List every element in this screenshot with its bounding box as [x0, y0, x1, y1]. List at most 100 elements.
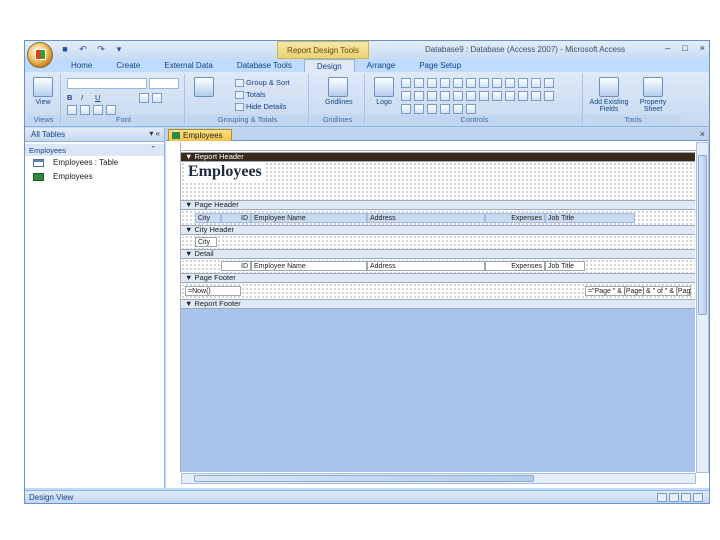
label-employee-name[interactable]: Employee Name	[251, 213, 367, 223]
gridlines-button[interactable]: Gridlines	[325, 77, 353, 106]
label-id[interactable]: ID	[221, 213, 251, 223]
chevron-up-icon[interactable]: ⌃	[150, 145, 156, 153]
tab-design[interactable]: Design	[303, 59, 355, 73]
font-size-combo[interactable]	[149, 78, 179, 89]
date-time-icon[interactable]	[414, 104, 424, 114]
tab-create[interactable]: Create	[104, 59, 152, 73]
close-document-icon[interactable]: ×	[700, 129, 705, 139]
design-canvas[interactable]: ▼ Report Header Employees ▼ Page Header …	[181, 152, 695, 472]
nav-header[interactable]: All Tables ▾ «	[25, 128, 164, 142]
print-preview-icon[interactable]	[669, 493, 679, 502]
line-thickness-icon[interactable]	[518, 91, 528, 101]
tab-control-icon[interactable]	[492, 78, 502, 88]
undo-icon[interactable]: ↶	[77, 44, 89, 55]
field-page-count[interactable]: ="Page " & [Page] & " of " & [Pages]	[585, 286, 691, 296]
select-icon[interactable]	[518, 78, 528, 88]
list-box-icon[interactable]	[466, 78, 476, 88]
combo-box-icon[interactable]	[453, 78, 463, 88]
horizontal-scrollbar[interactable]	[181, 473, 696, 484]
fill-color-icon[interactable]	[152, 93, 162, 103]
field-city[interactable]: City	[195, 237, 217, 247]
field-employee-name[interactable]: Employee Name	[251, 261, 367, 271]
customize-icon[interactable]: ▾	[113, 44, 125, 55]
chart-icon[interactable]	[505, 78, 515, 88]
horizontal-scroll-thumb[interactable]	[194, 475, 534, 482]
hide-details-button[interactable]: Hide Details	[235, 102, 286, 112]
report-title[interactable]: Employees	[186, 163, 264, 181]
rectangle-icon[interactable]	[440, 91, 450, 101]
section-report-header[interactable]: ▼ Report Header	[181, 152, 695, 162]
format-painter-icon[interactable]	[106, 105, 116, 115]
object-frame-icon[interactable]	[453, 91, 463, 101]
section-detail[interactable]: ▼ Detail	[181, 249, 695, 259]
field-address[interactable]: Address	[367, 261, 485, 271]
bold-button[interactable]: B	[67, 93, 72, 102]
font-name-combo[interactable]	[67, 78, 147, 89]
field-id[interactable]: ID	[221, 261, 251, 271]
align-right-icon[interactable]	[93, 105, 103, 115]
option-group-icon[interactable]	[414, 91, 424, 101]
nav-collapse-icon[interactable]: ▾ «	[149, 129, 160, 138]
image-icon[interactable]	[544, 78, 554, 88]
property-sheet-button[interactable]: Property Sheet	[635, 77, 671, 113]
maximize-button[interactable]: □	[682, 43, 687, 53]
label-address[interactable]: Address	[367, 213, 485, 223]
label-city[interactable]: City	[195, 213, 221, 223]
tab-home[interactable]: Home	[59, 59, 104, 73]
nav-item-employees-report[interactable]: Employees	[25, 170, 164, 184]
font-color-icon[interactable]	[139, 93, 149, 103]
logo-button[interactable]: Logo	[371, 77, 397, 106]
section-page-footer[interactable]: ▼ Page Footer	[181, 273, 695, 283]
bound-object-icon[interactable]	[440, 104, 450, 114]
section-page-header[interactable]: ▼ Page Header	[181, 200, 695, 210]
field-now[interactable]: =Now()	[185, 286, 241, 296]
document-tab[interactable]: Employees	[168, 129, 232, 141]
checkbox-icon[interactable]	[401, 91, 411, 101]
line-color-icon[interactable]	[505, 91, 515, 101]
attachment-icon[interactable]	[492, 91, 502, 101]
close-button[interactable]: ×	[700, 43, 705, 53]
report-view-icon[interactable]	[657, 493, 667, 502]
set-control-defaults-icon[interactable]	[466, 104, 476, 114]
unbound-object-icon[interactable]	[453, 104, 463, 114]
hyperlink-icon[interactable]	[479, 91, 489, 101]
underline-button[interactable]: U	[95, 93, 100, 102]
title-icon[interactable]	[427, 104, 437, 114]
totals-button[interactable]: Totals	[235, 90, 266, 100]
tab-database-tools[interactable]: Database Tools	[225, 59, 304, 73]
group-sort-button[interactable]: Group & Sort	[235, 78, 290, 88]
minimize-button[interactable]: –	[665, 43, 670, 53]
toggle-icon[interactable]	[427, 91, 437, 101]
office-button[interactable]	[27, 42, 53, 68]
vertical-scrollbar[interactable]	[696, 142, 709, 473]
line-type-icon[interactable]	[531, 91, 541, 101]
align-left-icon[interactable]	[67, 105, 77, 115]
label-control-icon[interactable]	[401, 78, 411, 88]
redo-icon[interactable]: ↷	[95, 44, 107, 55]
subform-icon[interactable]	[479, 78, 489, 88]
field-job-title[interactable]: Job Title	[545, 261, 585, 271]
tab-page-setup[interactable]: Page Setup	[407, 59, 473, 73]
wizard-icon[interactable]	[531, 78, 541, 88]
save-icon[interactable]: ■	[59, 44, 71, 55]
label-job-title[interactable]: Job Title	[545, 213, 635, 223]
label-expenses[interactable]: Expenses	[485, 213, 545, 223]
design-view-icon[interactable]	[693, 493, 703, 502]
italic-button[interactable]: I	[81, 93, 83, 102]
nav-item-employees-table[interactable]: Employees : Table	[25, 156, 164, 170]
button-control-icon[interactable]	[440, 78, 450, 88]
textbox-icon[interactable]	[414, 78, 424, 88]
tab-arrange[interactable]: Arrange	[355, 59, 407, 73]
add-existing-fields-button[interactable]: Add Existing Fields	[589, 77, 629, 113]
line-icon[interactable]	[427, 78, 437, 88]
special-effect-icon[interactable]	[544, 91, 554, 101]
section-city-header[interactable]: ▼ City Header	[181, 225, 695, 235]
page-break-icon[interactable]	[466, 91, 476, 101]
tab-external-data[interactable]: External Data	[152, 59, 224, 73]
insert-page-number-icon[interactable]	[401, 104, 411, 114]
align-center-icon[interactable]	[80, 105, 90, 115]
section-report-footer[interactable]: ▼ Report Footer	[181, 299, 695, 309]
layout-view-icon[interactable]	[681, 493, 691, 502]
vertical-scroll-thumb[interactable]	[698, 155, 707, 315]
field-expenses[interactable]: Expenses	[485, 261, 545, 271]
